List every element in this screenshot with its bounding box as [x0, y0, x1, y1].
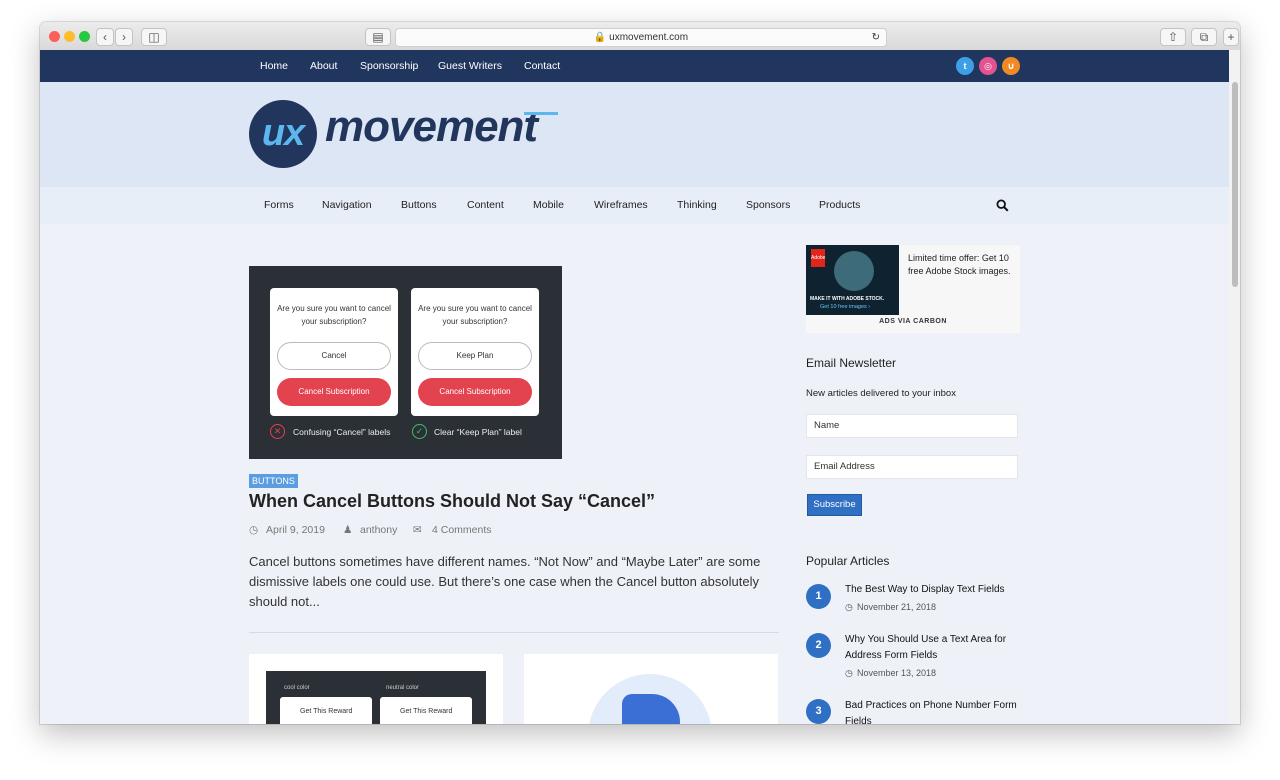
ad-image-line-1: MAKE IT WITH ADOBE STOCK. [810, 296, 885, 302]
post-featured-image[interactable]: Are you sure you want to cancel your sub… [249, 266, 562, 459]
comments-icon: ✉ [413, 524, 422, 536]
logo-wordmark[interactable]: movement [325, 102, 538, 152]
page-scrollbar[interactable] [1228, 50, 1240, 724]
ad-portrait [834, 251, 874, 291]
cat-thinking[interactable]: Thinking [677, 187, 717, 224]
sidebar-toggle-icon[interactable]: ◫ [141, 28, 167, 46]
url-text: uxmovement.com [609, 32, 689, 43]
popular-article-date: November 13, 2018 [857, 668, 937, 678]
post-comments[interactable]: 4 Comments [432, 524, 492, 536]
popular-article-link[interactable]: Why You Should Use a Text Area for Addre… [845, 632, 1023, 664]
divider [249, 632, 779, 633]
popular-article-link[interactable]: Bad Practices on Phone Number Form Field… [845, 698, 1023, 724]
minimize-window-button[interactable] [64, 31, 75, 42]
dialog-cancel-button: Cancel [277, 342, 391, 370]
x-circle-icon: ✕ [270, 424, 285, 439]
cat-forms[interactable]: Forms [264, 187, 294, 224]
email-field[interactable]: Email Address [806, 455, 1018, 479]
ads-via-carbon[interactable]: ADS VIA CARBON [806, 318, 1020, 325]
twitter-icon[interactable]: t [956, 57, 974, 75]
share-icon[interactable]: ⇧ [1160, 28, 1186, 46]
dribbble-icon[interactable]: ◎ [979, 57, 997, 75]
main-content: Are you sure you want to cancel your sub… [40, 224, 1229, 724]
cat-navigation[interactable]: Navigation [322, 187, 372, 224]
post-title[interactable]: When Cancel Buttons Should Not Say “Canc… [249, 491, 655, 512]
category-navigation: Forms Navigation Buttons Content Mobile … [40, 187, 1229, 224]
topnav-sponsorship[interactable]: Sponsorship [360, 50, 418, 82]
good-example-label: Clear “Keep Plan” label [434, 427, 522, 437]
user-icon: ♟ [343, 524, 353, 536]
browser-titlebar: ‹ › ◫ ▤ 🔒 uxmovement.com ↻ ⇧ ⧉ + [40, 22, 1240, 51]
address-bar[interactable]: 🔒 uxmovement.com ↻ [395, 28, 887, 47]
cat-wireframes[interactable]: Wireframes [594, 187, 648, 224]
logo-accent-dash [524, 112, 558, 115]
cat-sponsors[interactable]: Sponsors [746, 187, 790, 224]
thumb-reward-button: Get This Reward [380, 697, 472, 724]
dialog-question: Are you sure you want to cancel your sub… [277, 304, 391, 326]
clock-icon: ◷ [845, 602, 853, 612]
thumb-reward-button: Get This Reward [280, 697, 372, 724]
rss-icon[interactable]: ∪ [1002, 57, 1020, 75]
ad-image-line-2: Get 10 free images › [820, 304, 871, 310]
tabs-overview-icon[interactable]: ⧉ [1191, 28, 1217, 46]
check-circle-icon: ✓ [412, 424, 427, 439]
cat-buttons[interactable]: Buttons [401, 187, 437, 224]
dialog-cancel-subscription-button: Cancel Subscription [418, 378, 532, 406]
thumb-image: cool color neutral color Get This Reward… [266, 671, 486, 724]
dialog-mockup-bad: Are you sure you want to cancel your sub… [270, 288, 398, 416]
carbon-ad[interactable]: Adobe MAKE IT WITH ADOBE STOCK. Get 10 f… [806, 245, 1020, 333]
lock-icon: 🔒 [593, 32, 607, 43]
logo-mark[interactable]: ux [249, 100, 317, 168]
close-window-button[interactable] [49, 31, 60, 42]
scrollbar-thumb[interactable] [1232, 82, 1238, 287]
topnav-contact[interactable]: Contact [524, 50, 560, 82]
post-date: April 9, 2019 [266, 524, 325, 536]
newsletter-heading: Email Newsletter [806, 356, 897, 370]
post-author[interactable]: anthony [360, 524, 397, 536]
popular-article-date: November 21, 2018 [857, 602, 937, 612]
thumb-label-cool: cool color [284, 685, 310, 691]
browser-window: ‹ › ◫ ▤ 🔒 uxmovement.com ↻ ⇧ ⧉ + Home Ab… [40, 22, 1240, 724]
dialog-mockup-good: Are you sure you want to cancel your sub… [411, 288, 539, 416]
ad-image: Adobe MAKE IT WITH ADOBE STOCK. Get 10 f… [806, 245, 899, 315]
back-arrow-icon[interactable]: ‹ [96, 28, 114, 46]
site-header: ux movement [40, 82, 1229, 187]
reload-icon[interactable]: ↻ [872, 29, 880, 46]
cat-mobile[interactable]: Mobile [533, 187, 564, 224]
next-post-thumbnail[interactable]: cool color neutral color Get This Reward… [249, 654, 503, 724]
topnav-home[interactable]: Home [260, 50, 288, 82]
forward-arrow-icon[interactable]: › [115, 28, 133, 46]
dialog-cancel-subscription-button: Cancel Subscription [277, 378, 391, 406]
thumb-label-neutral: neutral color [386, 685, 420, 691]
clock-icon: ◷ [249, 524, 259, 536]
zoom-window-button[interactable] [79, 31, 90, 42]
top-navigation: Home About Sponsorship Guest Writers Con… [40, 50, 1229, 82]
newsletter-text: New articles delivered to your inbox [806, 388, 956, 399]
new-tab-icon[interactable]: + [1223, 28, 1239, 46]
subscribe-button[interactable]: Subscribe [807, 494, 862, 516]
post-excerpt: Cancel buttons sometimes have different … [249, 554, 761, 609]
popular-rank: 2 [806, 633, 831, 658]
popular-heading: Popular Articles [806, 554, 890, 568]
popular-rank: 1 [806, 584, 831, 609]
next-post-thumbnail[interactable] [524, 654, 778, 724]
clock-icon: ◷ [845, 668, 853, 678]
topnav-about[interactable]: About [310, 50, 337, 82]
popular-rank: 3 [806, 699, 831, 724]
name-field[interactable]: Name [806, 414, 1018, 438]
ad-text[interactable]: Limited time offer: Get 10 free Adobe St… [908, 252, 1013, 278]
adobe-logo: Adobe [811, 249, 825, 267]
dialog-keep-plan-button: Keep Plan [418, 342, 532, 370]
dialog-question: Are you sure you want to cancel your sub… [418, 304, 532, 326]
reader-icon[interactable]: ▤ [365, 28, 391, 46]
search-icon[interactable] [996, 199, 1009, 212]
topnav-guest-writers[interactable]: Guest Writers [438, 50, 502, 82]
bad-example-label: Confusing “Cancel” labels [293, 427, 391, 437]
cat-content[interactable]: Content [467, 187, 504, 224]
cat-products[interactable]: Products [819, 187, 860, 224]
category-badge[interactable]: BUTTONS [249, 474, 298, 488]
popular-article-link[interactable]: The Best Way to Display Text Fields [845, 582, 1023, 598]
